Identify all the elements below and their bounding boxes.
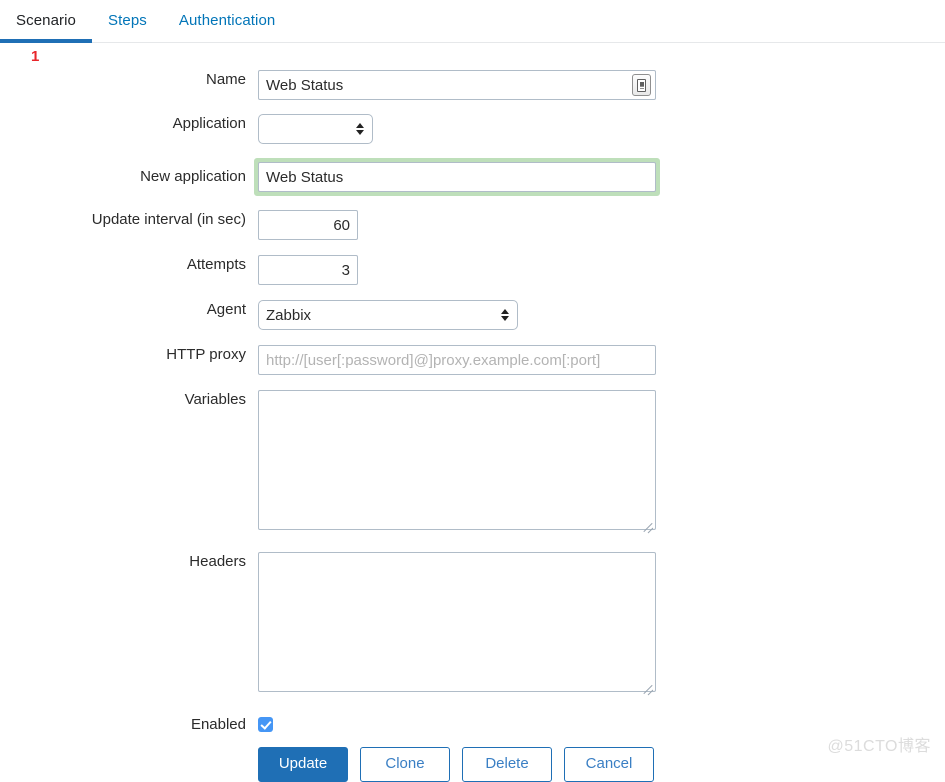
attempts-input[interactable] bbox=[258, 255, 358, 285]
http-proxy-control bbox=[258, 345, 945, 375]
tab-scenario[interactable]: Scenario bbox=[0, 0, 93, 43]
name-control bbox=[258, 70, 945, 100]
tab-bar: Scenario Steps Authentication bbox=[0, 0, 945, 43]
attempts-control bbox=[258, 255, 945, 285]
tab-scenario-label: Scenario bbox=[16, 12, 77, 29]
document-picker-icon[interactable] bbox=[632, 74, 651, 96]
form-row-application: Application bbox=[0, 114, 945, 144]
headers-textarea-wrap bbox=[258, 552, 656, 697]
variables-control bbox=[258, 390, 945, 535]
form-row-enabled: Enabled bbox=[0, 715, 945, 734]
application-select-wrap bbox=[258, 114, 373, 144]
update-interval-input[interactable] bbox=[258, 210, 358, 240]
headers-textarea[interactable] bbox=[258, 552, 656, 692]
attempts-label: Attempts bbox=[186, 256, 246, 273]
annotation-marker-1: 1 bbox=[31, 48, 40, 65]
update-interval-control bbox=[258, 210, 945, 240]
form-row-update-interval: Update interval (in sec) bbox=[0, 210, 945, 240]
name-input-group bbox=[258, 70, 656, 100]
delete-button[interactable]: Delete bbox=[462, 747, 552, 782]
tab-steps[interactable]: Steps bbox=[92, 0, 163, 43]
enabled-checkbox[interactable] bbox=[258, 716, 273, 732]
agent-control: Zabbix bbox=[258, 300, 945, 330]
agent-label: Agent bbox=[206, 301, 246, 318]
tab-active-underline bbox=[0, 39, 93, 43]
new-application-input[interactable] bbox=[258, 162, 656, 192]
form-row-http-proxy: HTTP proxy bbox=[0, 345, 945, 375]
variables-textarea[interactable] bbox=[258, 390, 656, 530]
http-proxy-input[interactable] bbox=[258, 345, 656, 375]
form-row-attempts: Attempts bbox=[0, 255, 945, 285]
scenario-form: Name Application New applica bbox=[0, 43, 945, 782]
variables-label: Variables bbox=[184, 391, 246, 408]
form-row-headers: Headers bbox=[0, 552, 945, 697]
form-row-agent: Agent Zabbix bbox=[0, 300, 945, 330]
form-row-actions: Update Clone Delete Cancel bbox=[0, 747, 945, 782]
update-interval-label: Update interval (in sec) bbox=[91, 211, 246, 228]
watermark: @51CTO博客 bbox=[827, 738, 931, 755]
agent-select[interactable]: Zabbix bbox=[258, 300, 518, 330]
agent-select-wrap: Zabbix bbox=[258, 300, 518, 330]
form-row-variables: Variables bbox=[0, 390, 945, 535]
form-row-new-application: New application bbox=[0, 158, 945, 196]
enabled-control bbox=[258, 716, 945, 734]
form-row-name: Name bbox=[0, 70, 945, 100]
headers-control bbox=[258, 552, 945, 697]
application-control bbox=[258, 114, 945, 144]
new-application-highlight bbox=[254, 158, 660, 196]
name-label: Name bbox=[205, 71, 246, 88]
new-application-label: New application bbox=[140, 168, 246, 185]
new-application-control bbox=[254, 158, 945, 196]
clone-button[interactable]: Clone bbox=[360, 747, 450, 782]
tab-authentication-label: Authentication bbox=[178, 12, 276, 29]
cancel-button[interactable]: Cancel bbox=[564, 747, 654, 782]
application-label: Application bbox=[172, 115, 246, 132]
headers-label: Headers bbox=[189, 553, 246, 570]
enabled-label: Enabled bbox=[190, 716, 246, 733]
tab-list: Scenario Steps Authentication bbox=[0, 0, 291, 43]
http-proxy-label: HTTP proxy bbox=[166, 346, 246, 363]
name-input[interactable] bbox=[258, 70, 656, 100]
update-button[interactable]: Update bbox=[258, 747, 348, 782]
application-select[interactable] bbox=[258, 114, 373, 144]
tab-steps-label: Steps bbox=[108, 12, 147, 29]
tab-authentication[interactable]: Authentication bbox=[163, 0, 291, 43]
variables-textarea-wrap bbox=[258, 390, 656, 535]
document-glyph bbox=[637, 78, 646, 92]
